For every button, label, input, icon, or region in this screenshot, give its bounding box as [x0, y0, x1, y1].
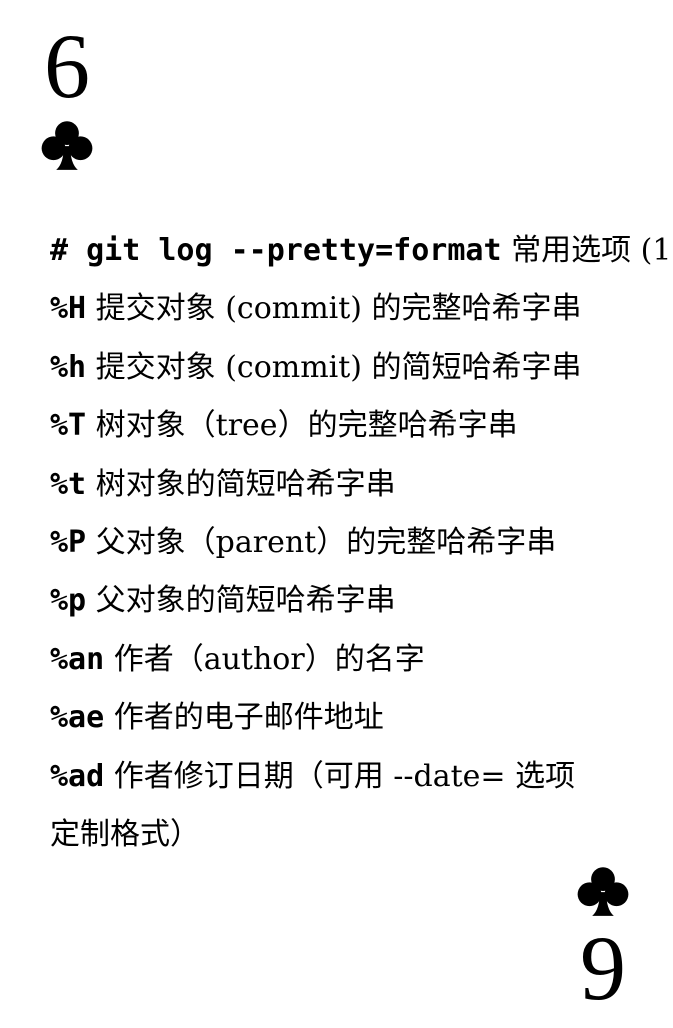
option-description: 提交对象 (commit) 的简短哈希字串 — [86, 349, 582, 385]
option-line-6: %p 父对象的简短哈希字串 — [50, 578, 673, 636]
option-code: %P — [50, 524, 87, 560]
option-description: 父对象的简短哈希字串 — [86, 583, 396, 619]
option-code: %T — [50, 408, 87, 444]
option-description: 树对象（tree）的完整哈希字串 — [86, 408, 518, 444]
option-description: 作者的电子邮件地址 — [104, 700, 384, 736]
option-line-3: %T 树对象（tree）的完整哈希字串 — [50, 403, 673, 461]
option-code: %H — [50, 291, 87, 327]
option-description: 树对象的简短哈希字串 — [86, 466, 396, 502]
option-description: 父对象（parent）的完整哈希字串 — [86, 524, 557, 560]
option-description: 定制格式） — [50, 816, 200, 852]
option-description: 提交对象 (commit) 的完整哈希字串 — [86, 291, 582, 327]
option-line-0: # git log --pretty=format 常用选项 (1 — [50, 228, 673, 286]
option-code: %ad — [50, 758, 105, 794]
option-line-5: %P 父对象（parent）的完整哈希字串 — [50, 520, 673, 578]
option-description: 作者（author）的名字 — [104, 641, 425, 677]
option-code: %an — [50, 641, 105, 677]
option-description: 常用选项 (1 — [501, 233, 672, 268]
option-code: # git log --pretty=format — [50, 233, 502, 268]
option-line-10: 定制格式） — [50, 812, 673, 870]
option-line-9: %ad 作者修订日期（可用 --date= 选项 — [50, 754, 673, 812]
option-code: %h — [50, 349, 87, 385]
card-rank-top: 6 — [44, 15, 90, 117]
club-icon — [576, 864, 630, 918]
option-line-8: %ae 作者的电子邮件地址 — [50, 695, 673, 753]
option-code: %t — [50, 466, 87, 502]
club-icon — [40, 118, 94, 172]
option-line-2: %h 提交对象 (commit) 的简短哈希字串 — [50, 345, 673, 403]
card-rank-bottom: 9 — [580, 917, 626, 1019]
option-line-4: %t 树对象的简短哈希字串 — [50, 462, 673, 520]
option-code: %ae — [50, 700, 105, 736]
playing-card: 6 # git log --pretty=format 常用选项 (1 %H 提… — [0, 0, 673, 1028]
git-log-format-options: # git log --pretty=format 常用选项 (1 %H 提交对… — [50, 228, 673, 870]
option-description: 作者修订日期（可用 --date= 选项 — [104, 758, 576, 794]
option-code: %p — [50, 583, 87, 619]
option-line-7: %an 作者（author）的名字 — [50, 637, 673, 695]
option-line-1: %H 提交对象 (commit) 的完整哈希字串 — [50, 286, 673, 344]
